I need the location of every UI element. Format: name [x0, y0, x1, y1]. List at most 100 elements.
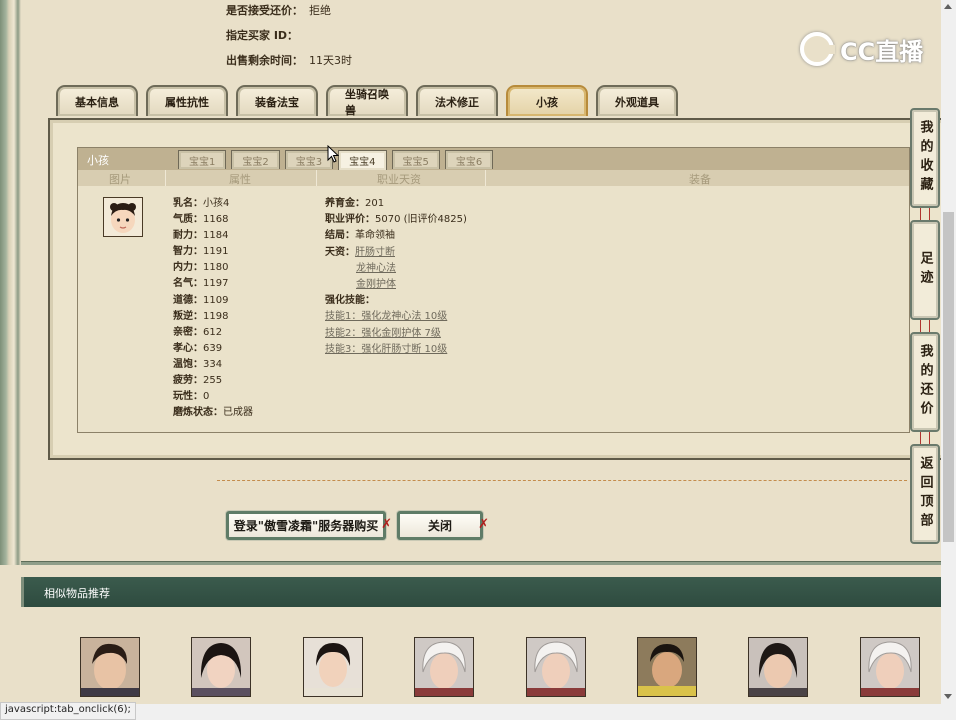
buy-login-button[interactable]: 登录"傲雪凌霜"服务器购买 ✗	[226, 511, 392, 540]
children-header: 小孩 宝宝1 宝宝2 宝宝3 宝宝4 宝宝5 宝宝6	[78, 148, 909, 170]
talent-link[interactable]: 龙神心法	[356, 263, 396, 274]
talent-link[interactable]: 肝肠寸断	[355, 247, 395, 258]
similar-item-portrait[interactable]	[80, 637, 140, 697]
ending-row: 结局：革命领袖	[325, 228, 467, 244]
white-hair-character-icon	[861, 638, 919, 696]
fee-key: 养育金：	[325, 198, 365, 209]
white-hair-character-icon	[415, 638, 473, 696]
close-button[interactable]: 关闭 ✗	[397, 511, 489, 540]
scroll-down-icon[interactable]	[944, 694, 952, 699]
tab-mounts[interactable]: 坐骑召唤兽	[326, 85, 408, 117]
attr-row: 内力：1180	[173, 260, 253, 276]
similar-item-portrait[interactable]	[860, 637, 920, 697]
cc-logo-icon	[800, 32, 835, 66]
similar-item-portrait[interactable]	[414, 637, 474, 697]
attr-value: 639	[203, 342, 223, 354]
tab-appearance[interactable]: 外观道具	[596, 85, 678, 116]
attr-row: 耐力：1184	[173, 228, 253, 244]
skill-link[interactable]: 技能3：强化肝肠寸断 10级	[325, 344, 447, 355]
section-border	[21, 561, 951, 565]
vertical-scrollbar[interactable]	[941, 0, 956, 720]
similar-items-bar: 相似物品推荐	[21, 577, 945, 607]
ending-value: 革命领袖	[355, 230, 395, 242]
attr-value: 1191	[203, 246, 229, 258]
eval-value: 5070 (旧评价4825)	[375, 214, 467, 226]
tab-baby-1[interactable]: 宝宝1	[178, 150, 227, 169]
eval-key: 职业评价：	[325, 214, 375, 226]
attr-value: 1184	[203, 230, 229, 242]
ending-key: 结局：	[325, 230, 355, 242]
my-favorites-button[interactable]: 我的收藏	[910, 108, 940, 208]
attr-key: 亲密：	[173, 326, 203, 338]
tab-equipment[interactable]: 装备法宝	[236, 85, 318, 116]
similar-item-portrait[interactable]	[303, 637, 363, 697]
tab-baby-5[interactable]: 宝宝5	[391, 150, 440, 169]
divider	[217, 480, 907, 481]
column-picture: 图片	[109, 173, 131, 186]
attr-row: 温饱：334	[173, 357, 253, 373]
tab-children[interactable]: 小孩	[506, 85, 588, 116]
column-divider	[165, 170, 166, 186]
tab-baby-2[interactable]: 宝宝2	[231, 150, 280, 169]
child-attributes: 乳名：小孩4 气质：1168 耐力：1184 智力：1191 内力：1180 名…	[173, 196, 253, 421]
attr-key: 乳名：	[173, 198, 203, 209]
male-character-icon	[81, 638, 139, 696]
column-attributes: 属性	[229, 173, 251, 186]
eval-row: 职业评价：5070 (旧评价4825)	[325, 212, 467, 228]
similar-item-portrait[interactable]	[748, 637, 808, 697]
talent-row: 天资：肝肠寸断	[325, 245, 467, 261]
similar-item-portrait[interactable]	[637, 637, 697, 697]
male-character-icon	[749, 638, 807, 696]
status-bar: javascript:tab_onclick(6);	[0, 702, 136, 720]
column-header: 图片 属性 职业天资 装备	[78, 170, 909, 186]
horizontal-scrollbar[interactable]	[0, 704, 941, 720]
attr-key: 智力：	[173, 246, 203, 258]
column-divider	[485, 170, 486, 186]
info-row-bargain: 是否接受还价： 拒绝	[226, 0, 352, 25]
skill-heading: 强化技能：	[325, 293, 467, 309]
attr-value: 1109	[203, 294, 229, 306]
skill-link[interactable]: 技能2：强化金刚护体 7级	[325, 328, 441, 339]
buy-label: 登录"傲雪凌霜"服务器购买	[233, 519, 379, 533]
side-connector	[920, 432, 930, 444]
attr-key: 耐力：	[173, 230, 203, 242]
side-connector	[920, 320, 930, 332]
attr-row: 磨炼状态：已成器	[173, 405, 253, 421]
attr-value: 255	[203, 375, 223, 387]
back-to-top-button[interactable]: 返回顶部	[910, 444, 940, 544]
talent-link[interactable]: 金刚护体	[356, 279, 396, 290]
skill-link[interactable]: 技能1：强化龙神心法 10级	[325, 311, 447, 322]
skill-row: 技能1：强化龙神心法 10级	[325, 309, 467, 325]
attr-row: 亲密：612	[173, 325, 253, 341]
similar-items-list	[80, 637, 920, 697]
my-bargain-button[interactable]: 我的还价	[910, 332, 940, 432]
tab-basic-info[interactable]: 基本信息	[56, 85, 138, 116]
similar-items-title: 相似物品推荐	[44, 587, 110, 600]
attr-value: 小孩4	[203, 198, 230, 209]
attr-row: 孝心：639	[173, 341, 253, 357]
attr-key: 名气：	[173, 278, 203, 290]
tab-baby-4[interactable]: 宝宝4	[338, 150, 387, 170]
sale-info: 是否接受还价： 拒绝 指定买家 ID： 出售剩余时间： 11天3时	[226, 0, 352, 75]
mouse-cursor-icon	[327, 145, 339, 163]
main-tabs: 基本信息 属性抗性 装备法宝 坐骑召唤兽 法术修正 小孩 外观道具	[56, 85, 678, 119]
talent-row: 龙神心法	[325, 261, 467, 277]
tab-baby-6[interactable]: 宝宝6	[444, 150, 494, 169]
tab-spells[interactable]: 法术修正	[416, 85, 498, 116]
scroll-up-icon[interactable]	[944, 4, 952, 9]
similar-item-portrait[interactable]	[191, 637, 251, 697]
close-mark-icon: ✗	[381, 517, 392, 532]
info-key: 出售剩余时间：	[226, 54, 303, 67]
footprint-button[interactable]: 足迹	[910, 220, 940, 320]
attr-value: 1168	[203, 214, 229, 226]
similar-item-portrait[interactable]	[526, 637, 586, 697]
attr-value: 612	[203, 326, 223, 338]
child-face-icon	[104, 198, 142, 236]
skill-row: 技能2：强化金刚护体 7级	[325, 326, 467, 342]
female-character-icon	[192, 638, 250, 696]
tab-attributes[interactable]: 属性抗性	[146, 85, 228, 116]
attr-key: 温饱：	[173, 358, 203, 370]
scrollbar-thumb[interactable]	[943, 212, 954, 542]
talent-key: 天资：	[325, 246, 355, 258]
tab-baby-3[interactable]: 宝宝3	[284, 150, 334, 169]
